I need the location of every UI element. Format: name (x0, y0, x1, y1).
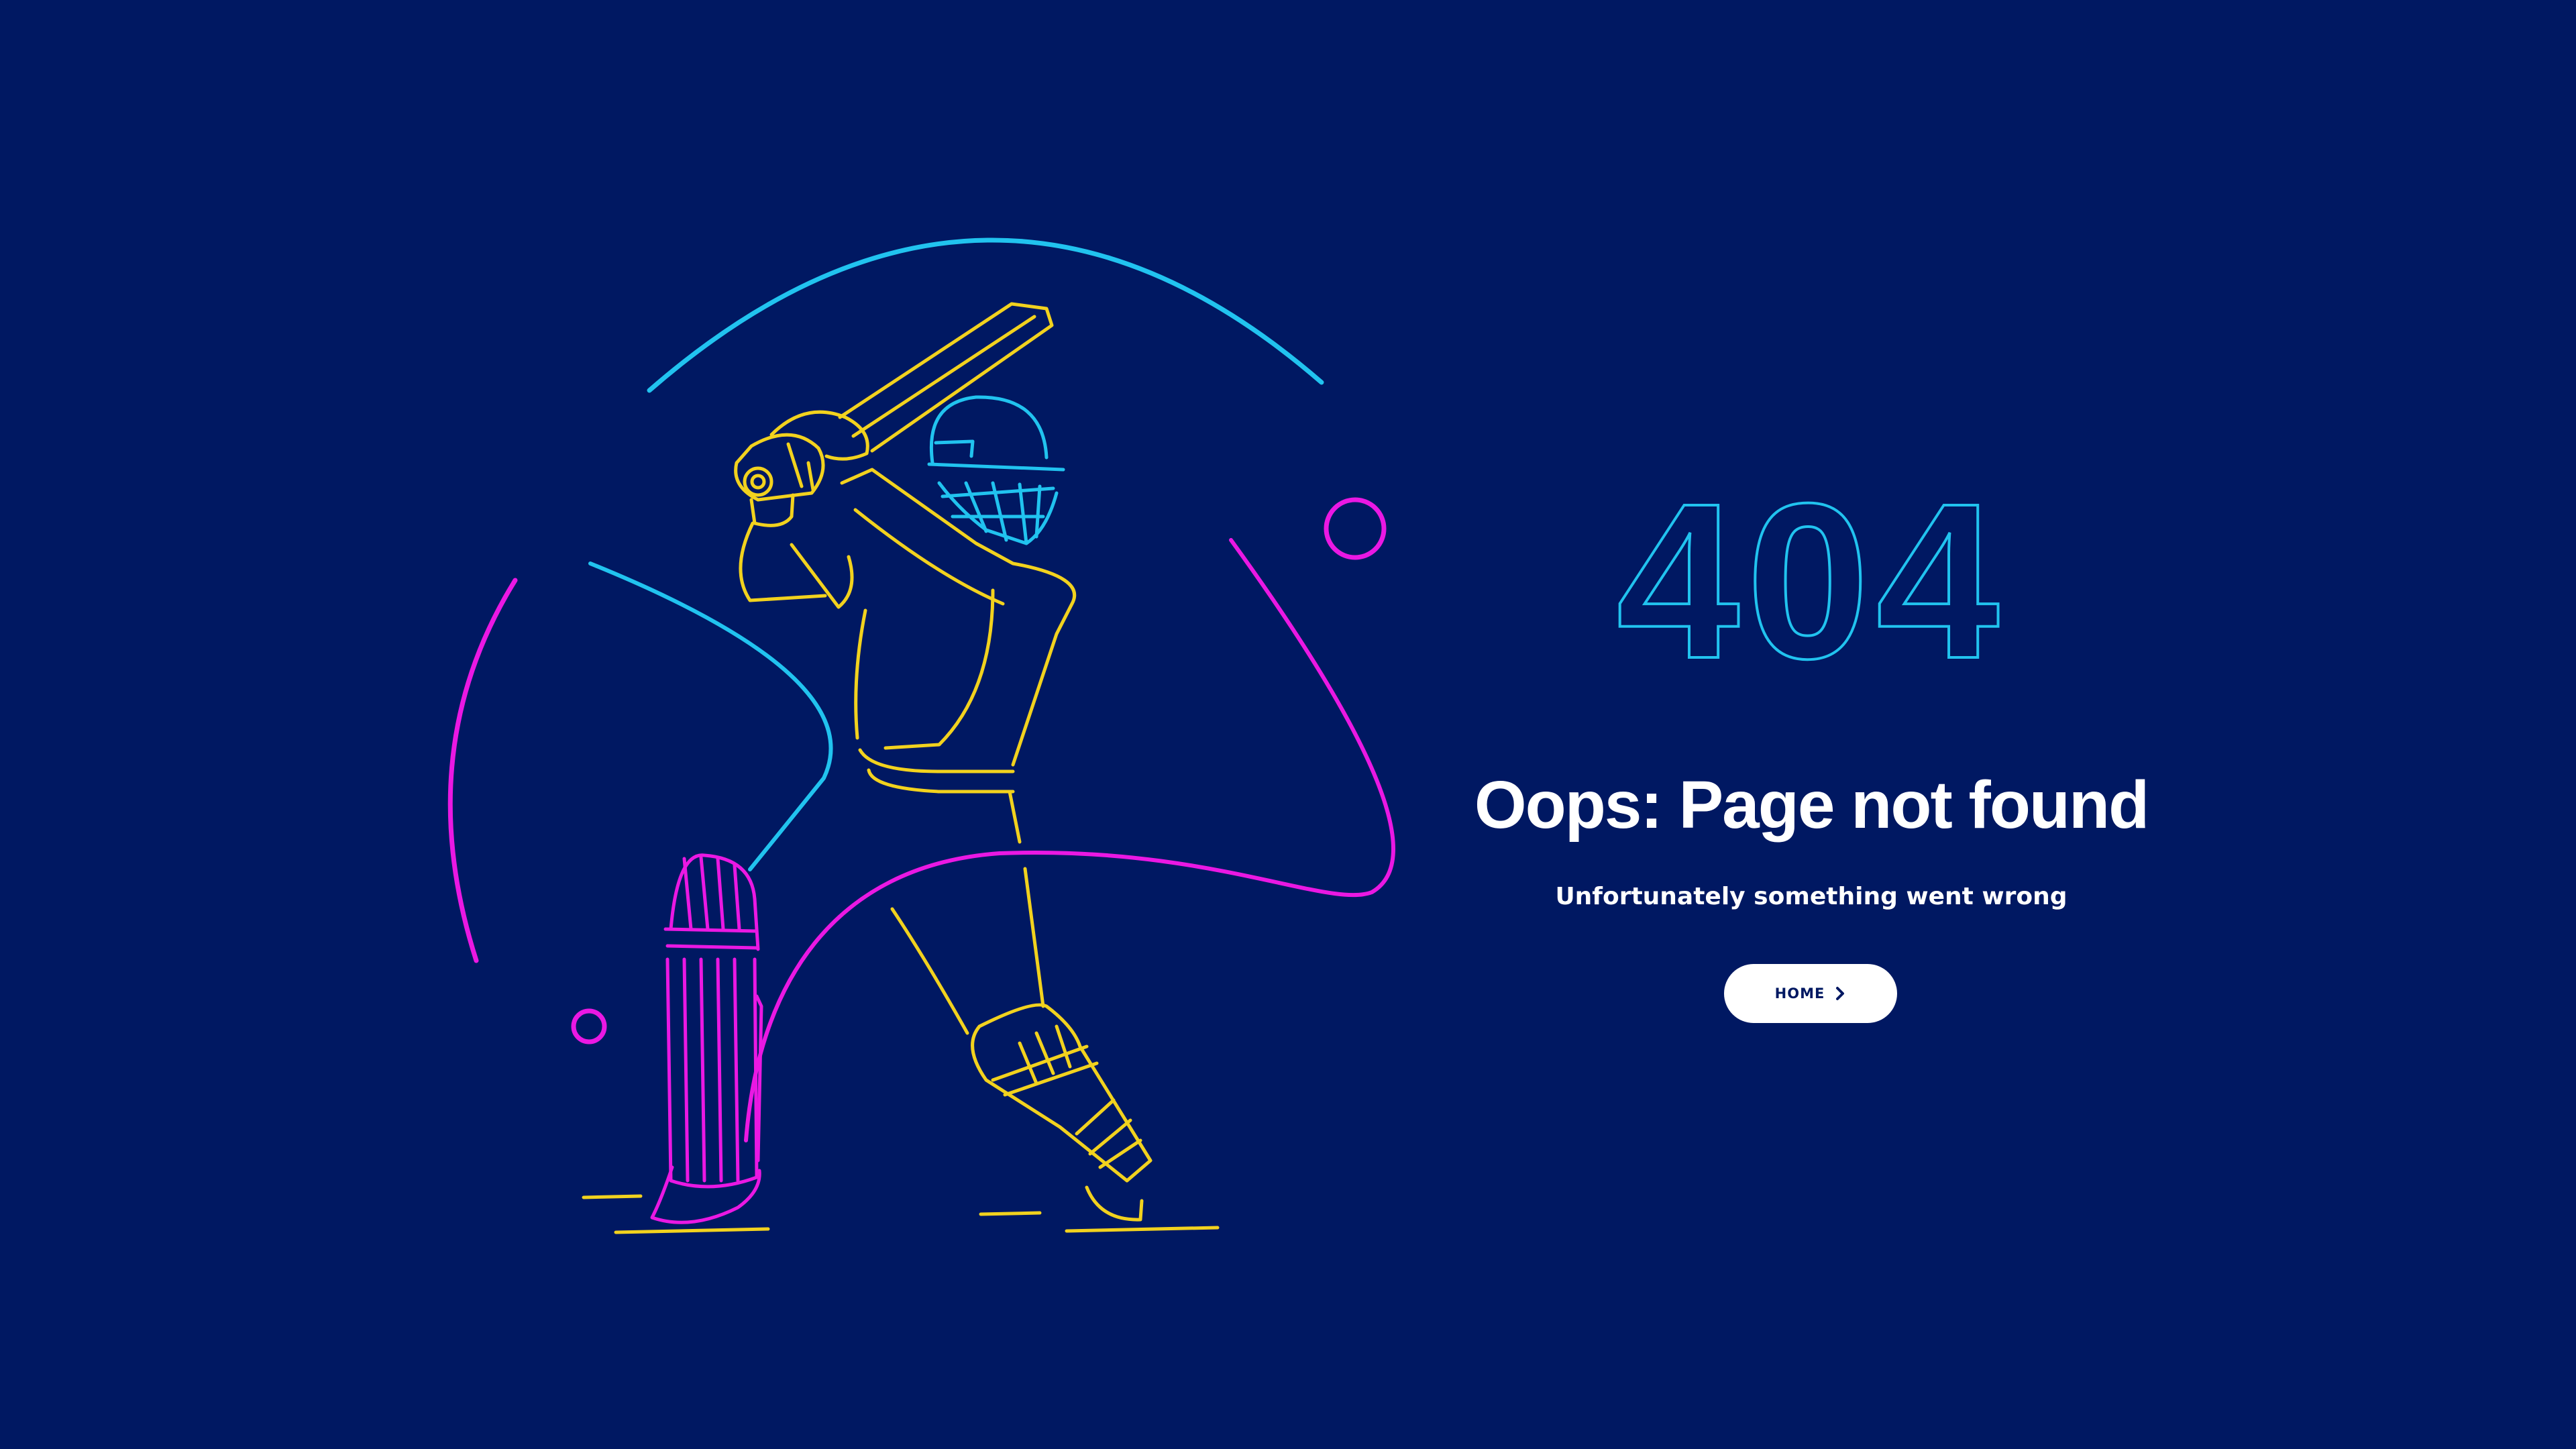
page-title: Oops: Page not found (1474, 767, 2149, 843)
gloves (734, 410, 869, 527)
ball-small (571, 1008, 607, 1044)
home-button[interactable]: HOME (1724, 964, 1897, 1023)
ball-large (1324, 497, 1387, 560)
chevron-right-icon (1836, 987, 1845, 1000)
bat (838, 302, 1054, 453)
magenta-ball-trail (744, 538, 1395, 1142)
error-code-text: 404 (1617, 463, 2006, 691)
ground-lines (582, 1194, 1220, 1234)
error-page: 404 Oops: Page not found Unfortunately s… (0, 0, 2576, 1449)
home-button-label: HOME (1774, 985, 1825, 1002)
magenta-arc-left (447, 578, 518, 963)
back-leg-pad (971, 1003, 1152, 1222)
error-message: Unfortunately something went wrong (1555, 883, 2068, 910)
cricket-batsman-illustration (447, 237, 1395, 1234)
helmet (927, 395, 1065, 545)
cyan-swoosh (588, 561, 833, 871)
front-leg-pad (650, 853, 763, 1224)
error-code: 404 (1615, 463, 2006, 691)
cyan-arc-top (647, 237, 1324, 393)
